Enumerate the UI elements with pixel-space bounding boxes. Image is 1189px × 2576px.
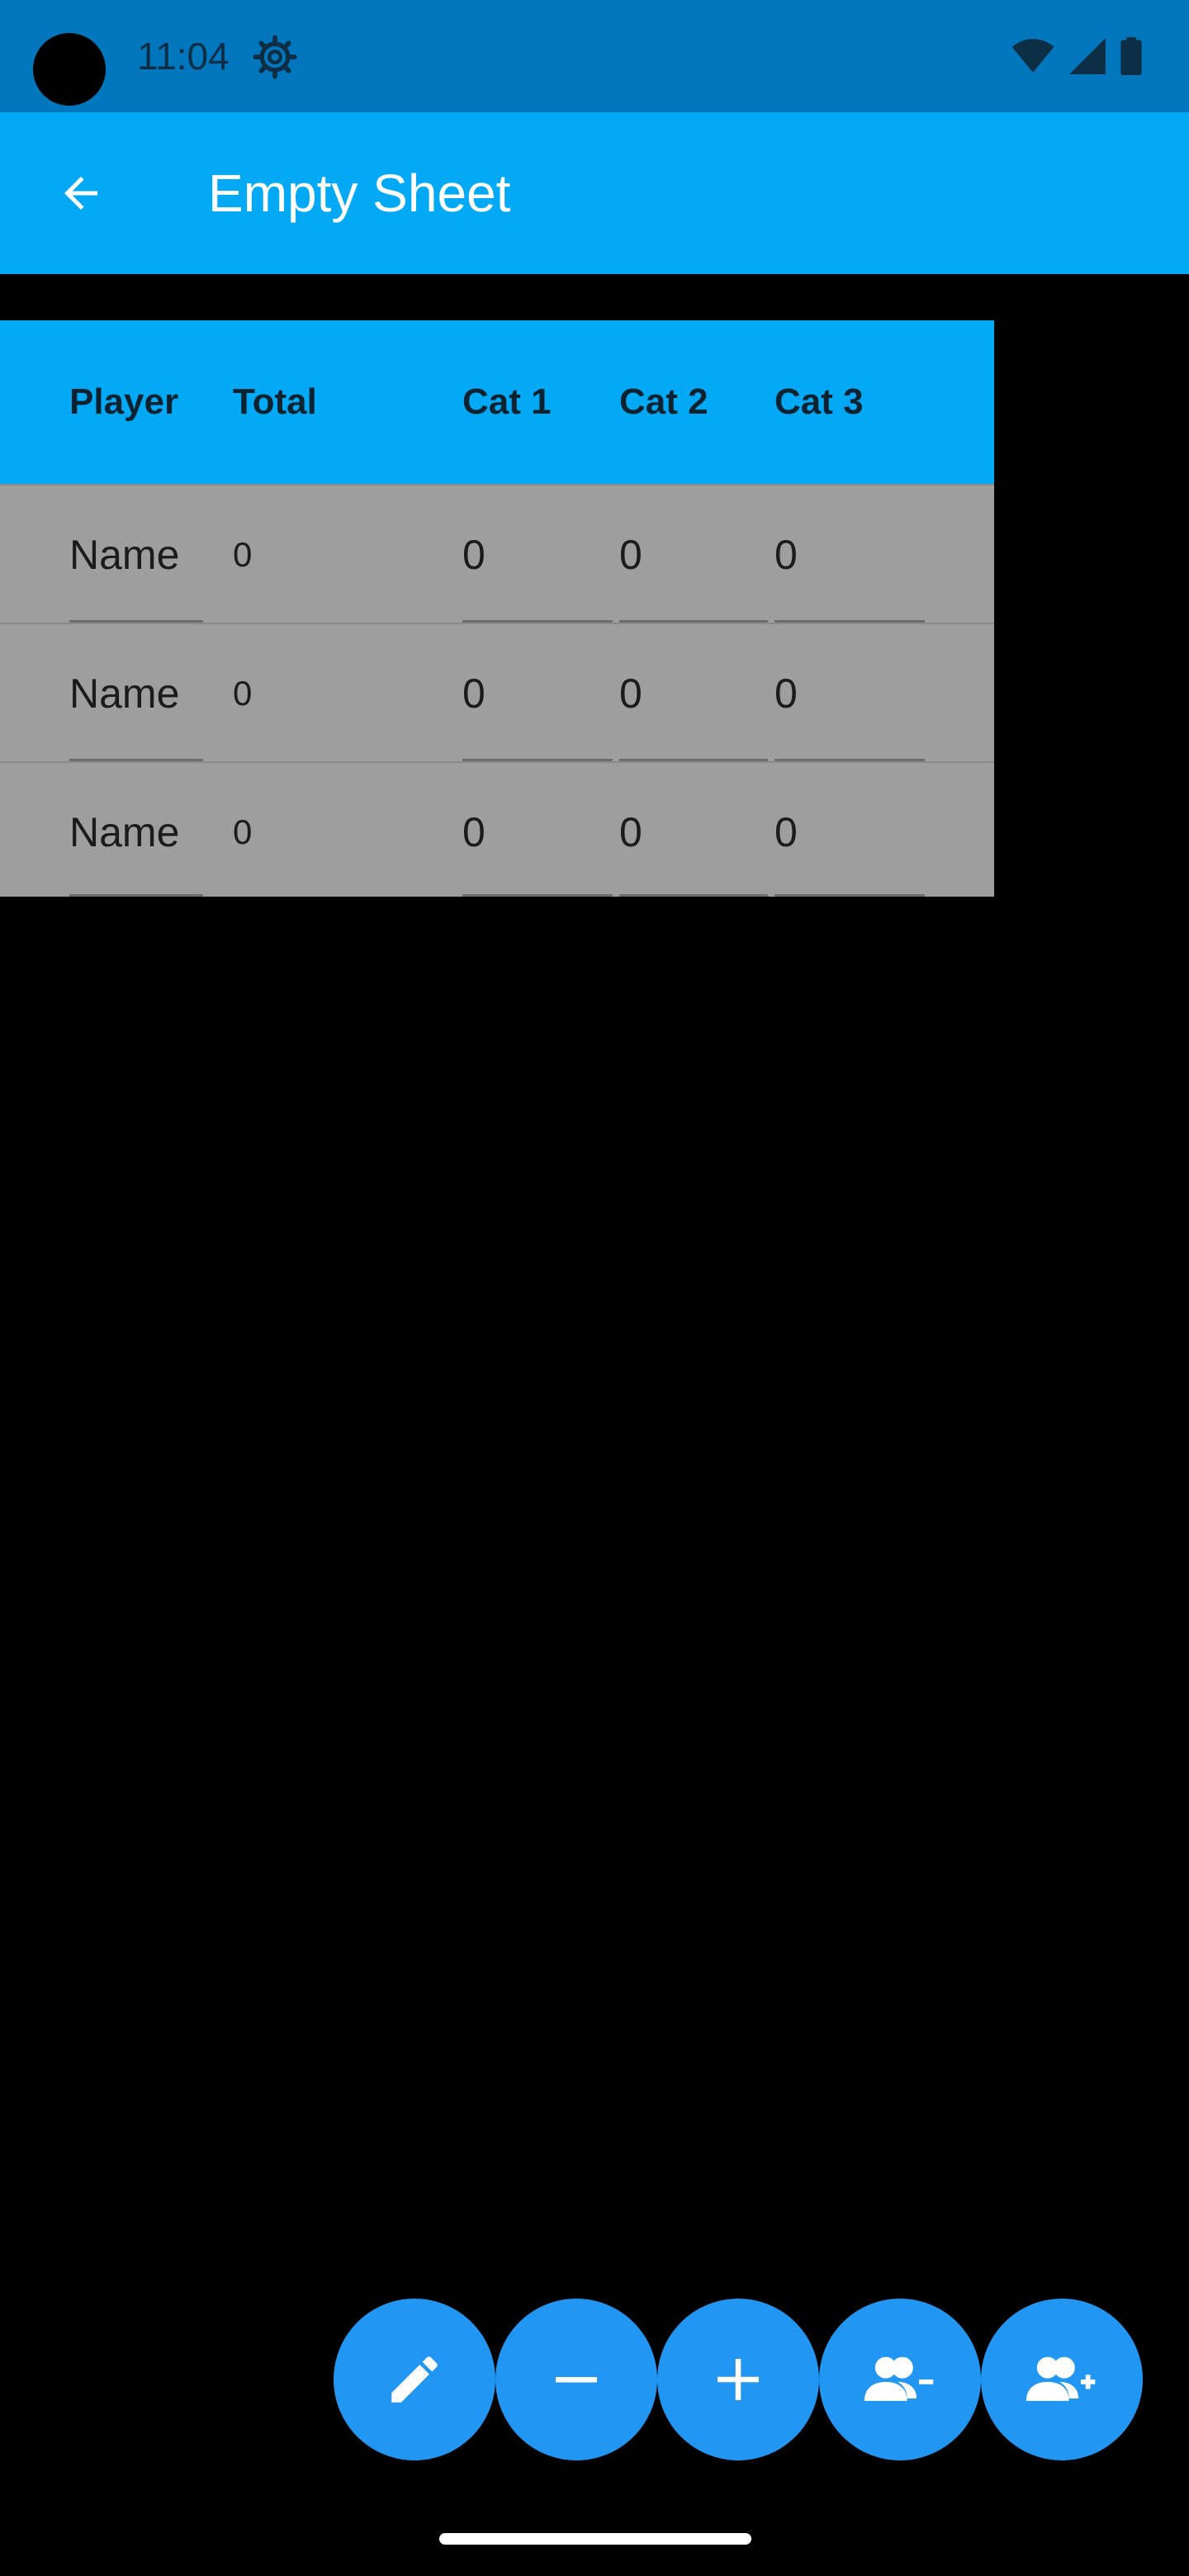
cat-2-field[interactable]: 0 [619, 624, 642, 763]
field-underline [69, 894, 203, 897]
edit-button[interactable] [334, 2299, 495, 2460]
camera-cutout [33, 33, 106, 106]
header-cat-1: Cat 1 [462, 381, 552, 422]
cat-3-field[interactable]: 0 [775, 624, 798, 763]
add-player-button[interactable] [981, 2299, 1143, 2460]
battery-icon [1120, 37, 1142, 75]
header-cat-3: Cat 3 [775, 381, 864, 422]
app-bar: Empty Sheet [0, 112, 1189, 274]
cat-1-field[interactable]: 0 [462, 624, 486, 763]
remove-category-button[interactable] [495, 2299, 657, 2460]
arrow-left-icon [64, 177, 97, 210]
status-time: 11:04 [137, 35, 230, 78]
header-cat-2: Cat 2 [619, 381, 708, 422]
field-underline [462, 894, 613, 897]
cat-1-field[interactable]: 0 [462, 485, 486, 624]
field-underline [619, 894, 768, 897]
total-value: 0 [233, 812, 253, 851]
total-value: 0 [233, 535, 253, 574]
field-underline [775, 894, 925, 897]
gesture-navigation-bar[interactable] [439, 2533, 751, 2545]
header-total: Total [233, 381, 317, 422]
table-row: Name 0 0 0 0 [0, 623, 994, 761]
add-person-icon [1026, 2356, 1096, 2401]
cat-2-field[interactable]: 0 [619, 485, 642, 624]
cat-3-field[interactable]: 0 [775, 485, 798, 624]
header-player: Player [69, 381, 179, 422]
table-row: Name 0 0 0 0 [0, 484, 994, 623]
table-header: Player Total Cat 1 Cat 2 Cat 3 [0, 320, 994, 484]
plus-icon [718, 2359, 759, 2400]
back-button[interactable] [41, 154, 121, 233]
player-name-field[interactable]: Name [69, 485, 179, 624]
remove-player-button[interactable] [819, 2299, 981, 2460]
total-value: 0 [233, 674, 253, 713]
wifi-icon [1011, 39, 1054, 73]
status-bar: 11:04 [0, 0, 1189, 112]
remove-person-icon [864, 2356, 934, 2401]
signal-icon [1069, 38, 1106, 74]
settings-gear-icon [253, 35, 297, 79]
player-name-field[interactable]: Name [69, 763, 179, 902]
cat-3-field[interactable]: 0 [775, 763, 798, 902]
table-row: Name 0 0 0 0 [0, 761, 994, 897]
cat-1-field[interactable]: 0 [462, 763, 486, 902]
add-category-button[interactable] [657, 2299, 819, 2460]
cat-2-field[interactable]: 0 [619, 763, 642, 902]
minus-icon [556, 2377, 597, 2383]
score-table: Player Total Cat 1 Cat 2 Cat 3 Name 0 0 … [0, 320, 994, 897]
player-name-field[interactable]: Name [69, 624, 179, 763]
pencil-icon [391, 2356, 438, 2403]
page-title: Empty Sheet [208, 163, 511, 223]
